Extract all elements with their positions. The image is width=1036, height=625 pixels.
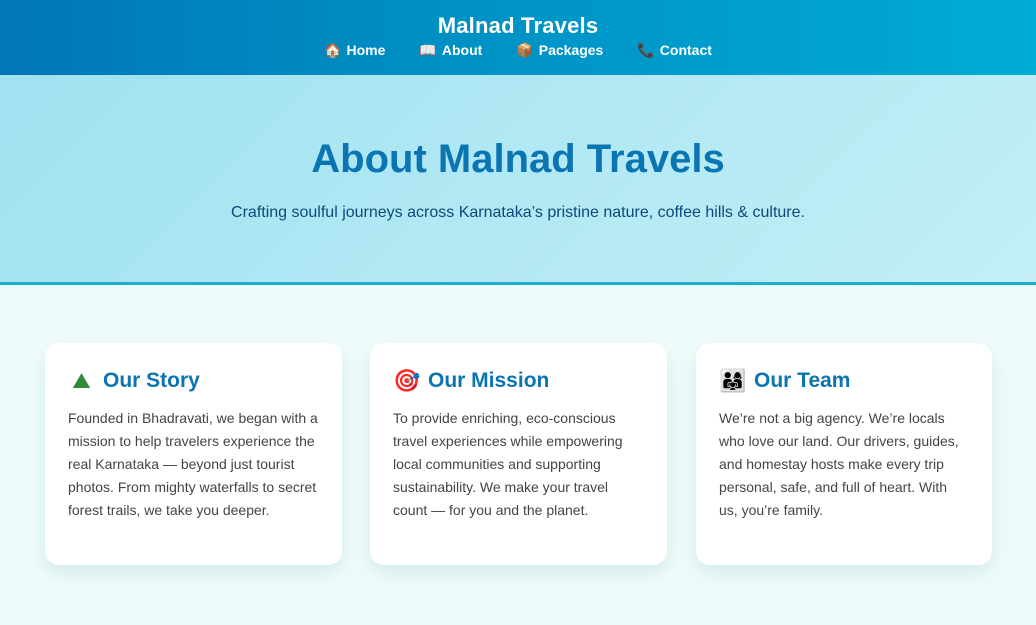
nav-item-packages[interactable]: 📦 Packages <box>516 42 603 58</box>
nav-item-home[interactable]: 🏠 Home <box>324 42 385 58</box>
nav-item-label: Contact <box>659 42 712 58</box>
site-header: Malnad Travels 🏠 Home 📖 About 📦 Packages… <box>0 0 1036 75</box>
package-icon: 📦 <box>516 42 534 58</box>
book-icon: 📖 <box>419 42 437 58</box>
hero-section: About Malnad Travels Crafting soulful jo… <box>0 75 1036 282</box>
mission-card: 🎯 Our Mission To provide enriching, eco-… <box>370 343 667 565</box>
card-header: 👨‍👩‍👧 Our Team <box>719 367 969 395</box>
card-title: Our Mission <box>428 369 550 392</box>
hero-divider <box>0 282 1036 285</box>
nav-item-label: Home <box>346 42 386 58</box>
nav-item-label: Packages <box>538 42 604 58</box>
card-text: To provide enriching, eco-conscious trav… <box>393 410 623 518</box>
family-icon: 👨‍👩‍👧 <box>719 368 747 393</box>
card-header: ⛰ Our Story <box>68 367 319 395</box>
hero-subtitle: Crafting soulful journeys across Karnata… <box>231 204 805 221</box>
card-title: Our Story <box>103 369 200 392</box>
home-icon: 🏠 <box>324 42 342 58</box>
phone-icon: 📞 <box>637 42 655 58</box>
card-text: We’re not a big agency. We’re locals who… <box>719 410 959 518</box>
page-title: About Malnad Travels <box>311 137 725 181</box>
card-text: Founded in Bhadravati, we began with a m… <box>68 410 318 518</box>
mountain-icon: ⛰ <box>72 368 91 393</box>
nav-item-about[interactable]: 📖 About <box>419 42 482 58</box>
story-card: ⛰ Our Story Founded in Bhadravati, we be… <box>45 343 342 565</box>
team-card: 👨‍👩‍👧 Our Team We’re not a big agency. W… <box>696 343 992 565</box>
card-title: Our Team <box>754 369 851 392</box>
main-nav: 🏠 Home 📖 About 📦 Packages 📞 Contact <box>0 42 1036 58</box>
card-header: 🎯 Our Mission <box>393 367 644 395</box>
nav-item-label: About <box>441 42 483 58</box>
target-icon: 🎯 <box>393 368 421 393</box>
brand-title[interactable]: Malnad Travels <box>0 13 1036 39</box>
nav-item-contact[interactable]: 📞 Contact <box>637 42 712 58</box>
